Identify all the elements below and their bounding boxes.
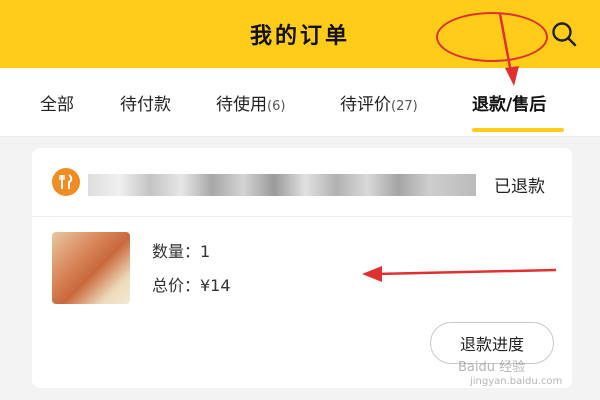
watermark-url: jingyan.baidu.com [470,376,563,387]
product-thumbnail[interactable] [52,232,130,304]
search-icon [552,22,577,47]
tab-label: 全部 [40,95,74,115]
search-button[interactable] [550,20,578,48]
tab-count: (27) [391,99,418,114]
watermark: Baidu 经验 [458,360,526,375]
order-card[interactable]: 已退款 数量：1 总价：¥14 退款进度 [32,148,572,388]
store-name-redacted [88,174,476,196]
order-quantity: 数量：1 [152,242,211,261]
tab-pending-payment[interactable]: 待付款 [120,90,171,115]
fork-knife-icon [52,168,80,196]
tab-label: 待付款 [120,95,171,115]
active-tab-indicator [472,128,564,132]
tab-refund-aftersale[interactable]: 退款/售后 [472,90,546,115]
order-status: 已退款 [494,177,545,197]
tab-to-use[interactable]: 待使用(6) [216,90,285,115]
tab-to-review[interactable]: 待评价(27) [340,90,418,115]
tab-all[interactable]: 全部 [40,90,74,115]
store-row[interactable]: 已退款 [32,148,572,217]
tab-label: 待使用 [216,95,267,115]
tab-count: (6) [267,99,286,114]
page-title: 我的订单 [249,24,350,49]
tab-label: 待评价 [340,95,391,115]
order-total-price: 总价：¥14 [152,276,231,295]
tab-label: 退款/售后 [472,95,547,115]
annotation-circle [436,12,548,62]
order-tabs: 全部 待付款 待使用(6) 待评价(27) 退款/售后 [0,68,600,137]
